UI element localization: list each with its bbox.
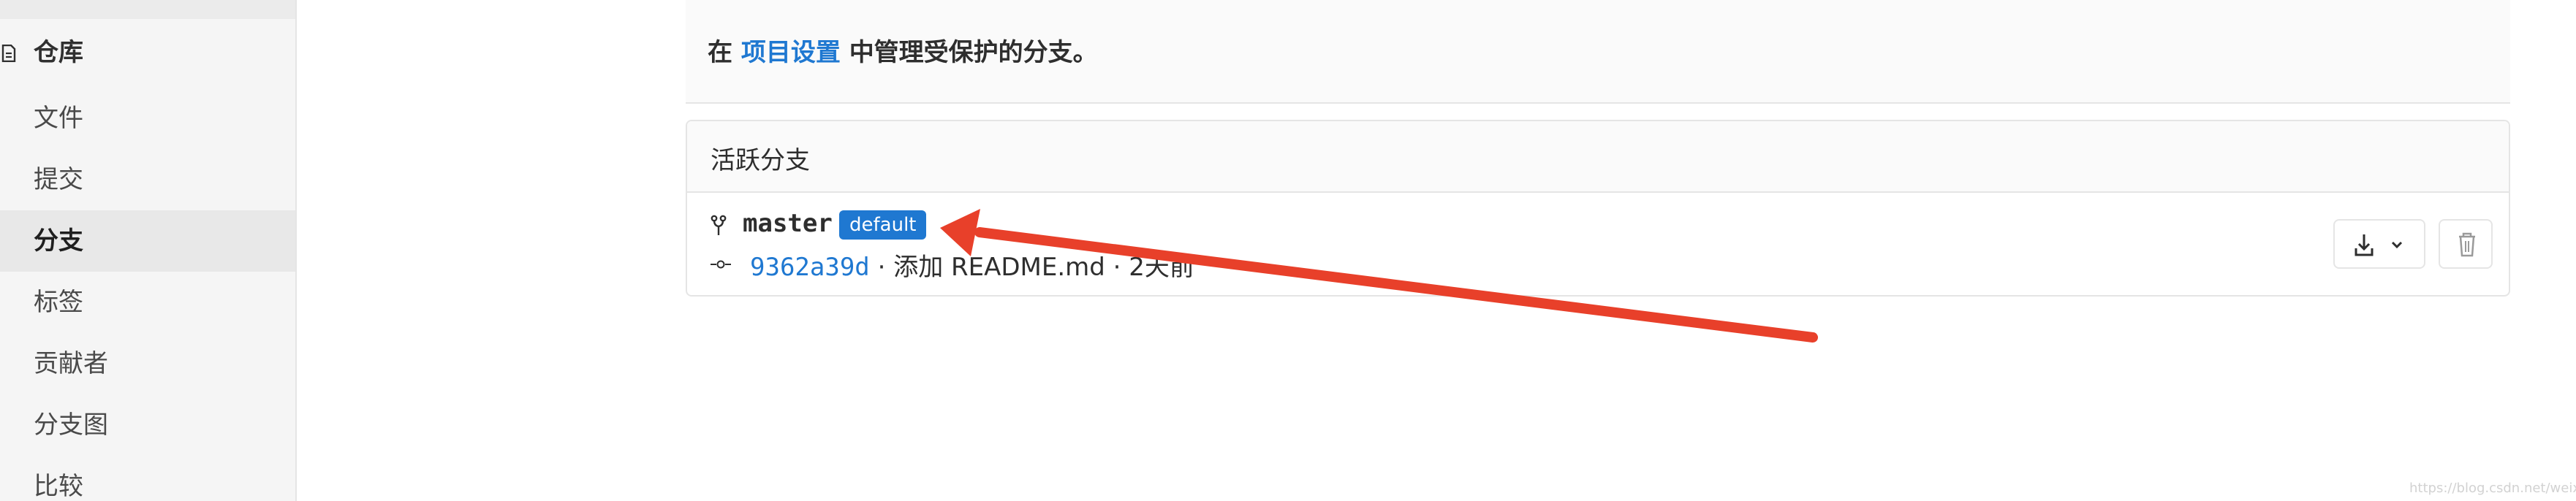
sidebar-item-compare[interactable]: 比较 [0, 456, 295, 501]
branch-icon [711, 215, 727, 235]
commit-line: 9362a39d · 添加 README.md · 2天前 [750, 247, 1194, 283]
sidebar-item-branches[interactable]: 分支 [0, 210, 295, 272]
watermark: https://blog.csdn.net/weixin_44 [2409, 481, 2576, 496]
document-icon [1, 45, 16, 62]
card-header: 活跃分支 [687, 121, 2509, 193]
sidebar-section-label: 仓库 [34, 38, 83, 67]
branch-row: master default 9362a39d · 添加 README.md ·… [687, 193, 2509, 295]
sidebar: 仓库 文件 提交 分支 标签 贡献者 分支图 比较 [0, 0, 297, 501]
branch-name-link[interactable]: master [743, 209, 833, 238]
info-suffix: 中管理受保护的分支。 [849, 38, 1098, 67]
info-prefix: 在 [708, 38, 732, 67]
commit-icon [711, 260, 731, 269]
trash-icon [2459, 232, 2475, 257]
info-text: 在 项目设置 中管理受保护的分支。 [708, 32, 1098, 68]
card-title: 活跃分支 [711, 146, 810, 175]
sidebar-item-tags[interactable]: 标签 [0, 272, 295, 333]
sidebar-section-repository[interactable]: 仓库 [0, 32, 295, 73]
protected-branches-info: 在 项目设置 中管理受保护的分支。 [686, 0, 2510, 104]
sidebar-item-contributors[interactable]: 贡献者 [0, 333, 295, 394]
commit-message: · 添加 README.md · 2天前 [877, 253, 1194, 282]
sidebar-item-files[interactable]: 文件 [0, 88, 295, 149]
download-icon [2355, 234, 2374, 256]
sidebar-item-graph[interactable]: 分支图 [0, 394, 295, 456]
active-branches-card: 活跃分支 master default 9362a39d · 添加 README… [686, 120, 2510, 297]
download-button[interactable] [2333, 219, 2425, 269]
chevron-down-icon [2391, 241, 2403, 249]
sidebar-top-strip [0, 0, 295, 19]
default-badge: default [839, 210, 927, 240]
commit-sha-link[interactable]: 9362a39d [750, 253, 870, 282]
sidebar-item-commits[interactable]: 提交 [0, 149, 295, 210]
project-settings-link[interactable]: 项目设置 [741, 38, 841, 67]
delete-branch-button[interactable] [2439, 219, 2493, 269]
